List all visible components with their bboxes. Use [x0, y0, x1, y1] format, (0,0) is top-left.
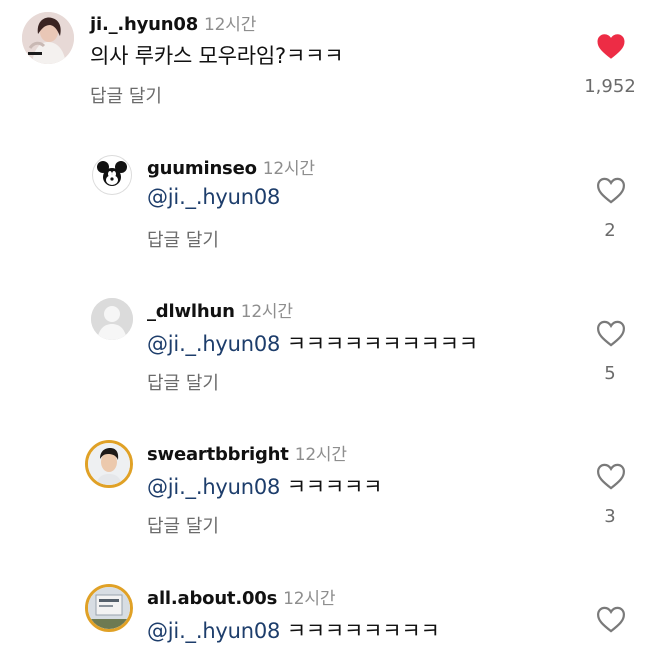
heart-filled-icon[interactable]	[596, 33, 626, 60]
default-avatar-icon	[91, 298, 133, 340]
mickey-mouse-avatar-icon	[97, 161, 127, 186]
mention-link[interactable]: @ji._.hyun08	[147, 185, 280, 209]
avatar[interactable]	[85, 584, 133, 632]
heart-outline-icon[interactable]	[596, 320, 626, 347]
username[interactable]: _dlwlhun 12시간	[147, 297, 293, 322]
comment-text: 의사 루카스 모우라임?ㅋㅋㅋ	[90, 44, 344, 68]
reply-button[interactable]: 답글 달기	[147, 369, 219, 395]
mention-link[interactable]: @ji._.hyun08	[147, 619, 280, 643]
like-count: 3	[604, 506, 616, 527]
timestamp: 12시간	[204, 15, 257, 35]
comment-text: @ji._.hyun08 ㅋㅋㅋㅋㅋㅋㅋㅋ	[147, 619, 440, 643]
timestamp: 12시간	[294, 445, 347, 465]
avatar[interactable]	[92, 155, 132, 195]
comment-text: @ji._.hyun08 ㅋㅋㅋㅋㅋㅋㅋㅋㅋㅋ	[147, 332, 478, 356]
reply-button[interactable]: 답글 달기	[90, 82, 162, 108]
heart-outline-icon[interactable]	[596, 606, 626, 633]
avatar[interactable]	[85, 440, 133, 488]
username[interactable]: sweartbbright 12시간	[147, 440, 347, 465]
profile-photo-card-icon	[88, 587, 130, 629]
timestamp: 12시간	[262, 159, 315, 179]
heart-outline-icon[interactable]	[596, 177, 626, 204]
username[interactable]: all.about.00s 12시간	[147, 584, 335, 609]
timestamp: 12시간	[240, 302, 293, 322]
avatar[interactable]	[91, 298, 133, 340]
heart-outline-icon[interactable]	[596, 463, 626, 490]
like-count: 2	[604, 220, 616, 241]
comment-text: @ji._.hyun08	[147, 185, 280, 209]
username[interactable]: guuminseo 12시간	[147, 154, 315, 179]
like-count: 1,952	[584, 76, 636, 97]
reply-button[interactable]: 답글 달기	[147, 512, 219, 538]
like-count: 5	[604, 363, 616, 384]
timestamp: 12시간	[283, 589, 336, 609]
username[interactable]: ji._.hyun08 12시간	[90, 10, 256, 35]
reply-button[interactable]: 답글 달기	[147, 226, 219, 252]
profile-photo-man-icon	[88, 443, 130, 485]
avatar[interactable]	[22, 12, 74, 64]
comment-text: @ji._.hyun08 ㅋㅋㅋㅋㅋ	[147, 475, 383, 499]
mention-link[interactable]: @ji._.hyun08	[147, 475, 280, 499]
mention-link[interactable]: @ji._.hyun08	[147, 332, 280, 356]
